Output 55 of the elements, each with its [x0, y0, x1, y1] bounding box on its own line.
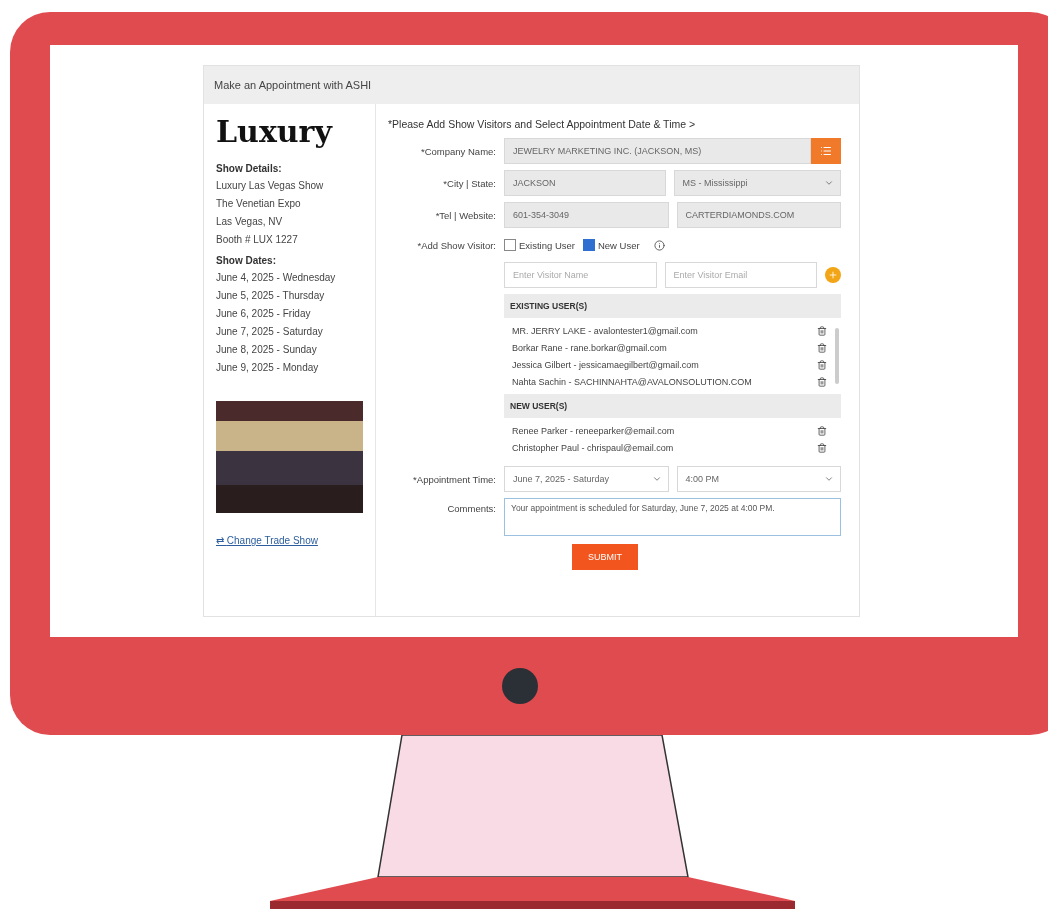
- camera-dot: [502, 668, 538, 704]
- show-detail: Las Vegas, NV: [216, 215, 284, 229]
- show-detail: Booth # LUX 1227: [216, 233, 299, 247]
- trash-icon[interactable]: [817, 359, 827, 370]
- comments-field[interactable]: Your appointment is scheduled for Saturday, June 7, 2025 at 4:00 PM.: [504, 498, 841, 536]
- trash-icon[interactable]: [817, 325, 827, 336]
- section-heading: Show Dates:: [216, 255, 277, 266]
- submit-button[interactable]: SUBMIT: [572, 544, 638, 570]
- brand-logo: Luxury: [216, 114, 334, 149]
- trash-icon[interactable]: [817, 442, 827, 453]
- scrollbar[interactable]: [835, 328, 839, 384]
- field-label: *Add Show Visitor:: [416, 239, 496, 251]
- field-label: Comments:: [446, 502, 496, 514]
- list-icon: [820, 145, 832, 157]
- trash-icon[interactable]: [817, 376, 827, 387]
- change-trade-show-link[interactable]: ⇄ Change Trade Show: [216, 535, 363, 546]
- show-date: June 8, 2025 - Sunday: [216, 343, 318, 357]
- field-label: *City | State:: [442, 177, 496, 189]
- show-date: June 7, 2025 - Saturday: [216, 325, 324, 339]
- user-entry: MR. JERRY LAKE - avalontester1@gmail.com: [512, 325, 698, 336]
- user-type-checkbox[interactable]: New User: [582, 239, 640, 251]
- user-entry: Borkar Rane - rane.borkar@gmail.com: [512, 342, 667, 353]
- show-detail: The Venetian Expo: [216, 197, 302, 211]
- plus-icon: [828, 270, 838, 280]
- instruction-text: *Please Add Show Visitors and Select Appointment Date & Time >: [387, 118, 697, 130]
- website-field[interactable]: CARTERDIAMONDS.COM: [676, 202, 841, 228]
- show-date: June 6, 2025 - Friday: [216, 307, 312, 321]
- tel-field[interactable]: 601-354-3049: [504, 202, 669, 228]
- city-field[interactable]: JACKSON: [504, 170, 666, 196]
- show-detail: Luxury Las Vegas Show: [216, 179, 325, 193]
- field-label: *Company Name:: [420, 145, 496, 157]
- caret-icon: [651, 474, 662, 484]
- date-select[interactable]: June 7, 2025 - Saturday: [504, 466, 669, 492]
- state-select[interactable]: MS - Mississippi: [673, 170, 841, 196]
- user-entry: Christopher Paul - chrispaul@email.com: [512, 442, 674, 453]
- section-header: NEW USER(S): [504, 394, 841, 418]
- user-type-checkbox[interactable]: Existing User: [504, 239, 575, 251]
- caret-icon: [824, 474, 834, 484]
- caret-icon: [824, 178, 834, 188]
- section-heading: Show Details:: [216, 163, 283, 174]
- show-date: June 4, 2025 - Wednesday: [216, 271, 337, 285]
- show-date: June 9, 2025 - Monday: [216, 361, 320, 375]
- section-header: EXISTING USER(S): [504, 294, 841, 318]
- info-icon[interactable]: [653, 239, 665, 251]
- field-label: *Tel | Website:: [434, 209, 496, 221]
- show-date: June 5, 2025 - Thursday: [216, 289, 326, 303]
- user-entry: Nahta Sachin - SACHINNAHTA@AVALONSOLUTION.COM: [512, 376, 752, 387]
- trash-icon[interactable]: [817, 342, 827, 353]
- user-entry: Jessica Gilbert - jessicamaegilbert@gmail.com: [512, 359, 699, 370]
- panel-title: Make an Appointment with ASHI: [204, 66, 859, 104]
- company-field[interactable]: JEWELRY MARKETING INC. (JACKSON, MS): [504, 138, 811, 164]
- field-label: *Appointment Time:: [412, 473, 496, 485]
- time-select[interactable]: 4:00 PM: [676, 466, 841, 492]
- trash-icon[interactable]: [817, 425, 827, 436]
- user-entry: Renee Parker - reneeparker@email.com: [512, 425, 675, 436]
